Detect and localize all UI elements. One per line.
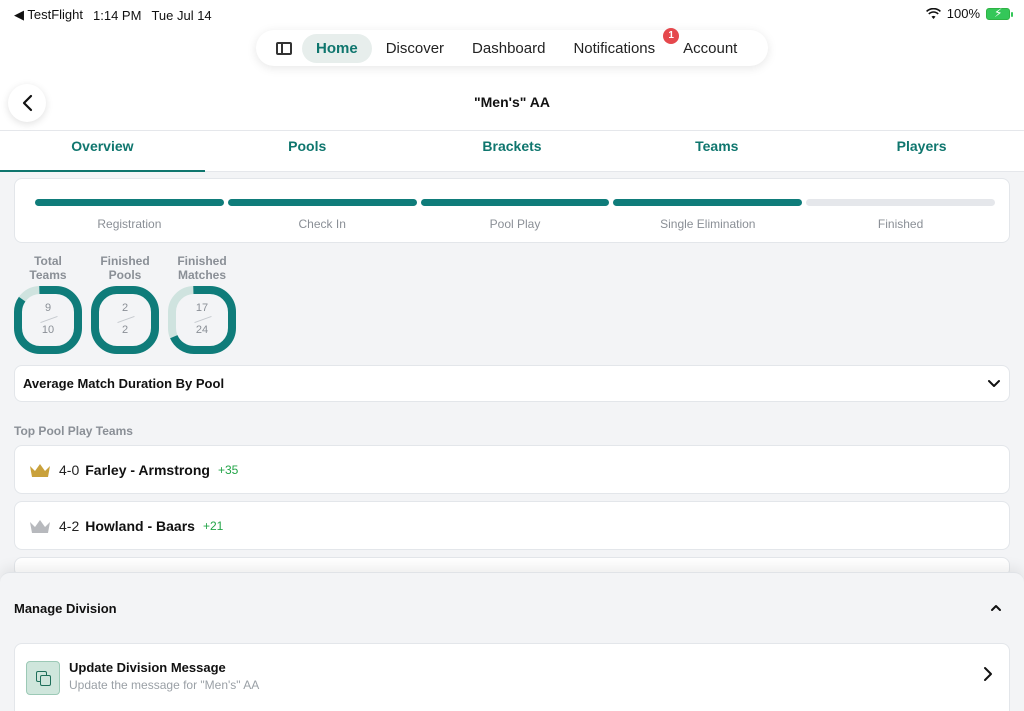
match-duration-dropdown[interactable]: Average Match Duration By Pool	[14, 365, 1010, 402]
progress-step-label: Pool Play	[489, 217, 541, 231]
point-differential: +21	[202, 518, 224, 533]
crown-icon	[30, 519, 50, 533]
tab-overview[interactable]: Overview	[0, 131, 205, 172]
progress-step-check-in: Check In	[227, 199, 417, 231]
tab-players[interactable]: Players	[819, 131, 1024, 171]
stat-finished-matches: Finished Matches 17 24	[168, 254, 236, 354]
copy-icon	[26, 661, 60, 695]
team-name: Howland - Baars	[85, 517, 195, 534]
stat-total: 10	[41, 324, 55, 336]
team-row[interactable]: 4-2 Howland - Baars +21	[14, 501, 1010, 550]
progress-step-label: Finished	[877, 217, 924, 231]
stat-caption: Finished Pools	[100, 254, 150, 282]
battery-icon: ⚡	[986, 6, 1013, 20]
nav-home[interactable]: Home	[302, 33, 372, 63]
division-stats: Total Teams 9 10 Finished Pools 2 2 Fini…	[14, 254, 236, 354]
chevron-up-icon	[991, 605, 1001, 611]
nav-notifications-label: Notifications	[573, 39, 656, 57]
header: Home Discover Dashboard Notifications 1 …	[0, 27, 1024, 131]
back-to-app-link[interactable]: ◀ TestFlight	[14, 7, 83, 23]
progress-step-finished: Finished	[806, 199, 995, 231]
team-record: 4-0	[59, 461, 80, 478]
top-nav: Home Discover Dashboard Notifications 1 …	[256, 27, 768, 66]
manage-division-sheet: Manage Division Update Division Message …	[0, 572, 1024, 711]
nav-notifications[interactable]: Notifications 1	[559, 27, 680, 63]
crown-icon	[30, 463, 50, 477]
team-record: 4-2	[59, 517, 80, 534]
nav-discover[interactable]: Discover	[372, 34, 458, 63]
stat-value: 9	[44, 302, 52, 314]
status-time: 1:14 PM	[93, 7, 142, 23]
progress-ring: 17 24	[168, 286, 236, 354]
sidebar-icon	[276, 41, 292, 55]
page-title: "Men's" AA	[474, 94, 550, 110]
section-heading: Top Pool Play Teams	[14, 424, 133, 438]
status-bar: ◀ TestFlight 1:14 PM Tue Jul 14 100% ⚡	[0, 0, 1024, 28]
progress-bar	[806, 199, 995, 206]
progress-bar	[227, 199, 417, 206]
nav-dashboard[interactable]: Dashboard	[458, 34, 559, 63]
tab-teams[interactable]: Teams	[614, 131, 819, 171]
sheet-title: Manage Division	[14, 601, 117, 616]
dropdown-title: Average Match Duration By Pool	[23, 376, 225, 391]
tab-pools[interactable]: Pools	[205, 131, 410, 171]
stat-value: 2	[121, 302, 129, 314]
team-row[interactable]: 4-0 Farley - Armstrong +35	[14, 445, 1010, 494]
progress-step-pool-play: Pool Play	[420, 199, 610, 231]
tab-brackets[interactable]: Brackets	[410, 131, 615, 171]
tab-bar: Overview Pools Brackets Teams Players	[0, 131, 1024, 172]
stat-total: 2	[121, 324, 129, 336]
sidebar-toggle-button[interactable]	[266, 33, 302, 63]
progress-step-label: Check In	[298, 217, 346, 231]
nav-account[interactable]: Account	[669, 34, 751, 63]
stat-total-teams: Total Teams 9 10	[14, 254, 82, 354]
battery-percent: 100%	[946, 6, 980, 21]
action-subtitle: Update the message for "Men's" AA	[69, 678, 260, 692]
action-title: Update Division Message	[69, 660, 226, 675]
division-progress-card: Registration Check In Pool Play Single E…	[14, 178, 1010, 243]
progress-step-label: Registration	[97, 217, 162, 231]
progress-bar	[420, 199, 610, 206]
stat-caption: Finished Matches	[177, 254, 227, 282]
collapse-sheet-button[interactable]	[990, 599, 1002, 615]
progress-ring: 2 2	[91, 286, 159, 354]
chevron-right-icon	[983, 666, 993, 687]
team-name: Farley - Armstrong	[85, 461, 210, 478]
stat-value: 17	[195, 302, 209, 314]
progress-bar	[35, 199, 224, 206]
stat-finished-pools: Finished Pools 2 2	[91, 254, 159, 354]
progress-step-single-elimination: Single Elimination	[613, 199, 803, 231]
update-division-message-button[interactable]: Update Division Message Update the messa…	[14, 643, 1010, 711]
stat-caption: Total Teams	[29, 254, 67, 282]
chevron-down-icon	[988, 379, 1000, 387]
stat-total: 24	[195, 324, 209, 336]
status-date: Tue Jul 14	[151, 7, 212, 23]
progress-ring: 9 10	[14, 286, 82, 354]
point-differential: +35	[217, 462, 239, 477]
progress-step-registration: Registration	[35, 199, 224, 231]
progress-step-label: Single Elimination	[660, 217, 756, 231]
wifi-icon	[925, 7, 941, 19]
progress-bar	[613, 199, 803, 206]
